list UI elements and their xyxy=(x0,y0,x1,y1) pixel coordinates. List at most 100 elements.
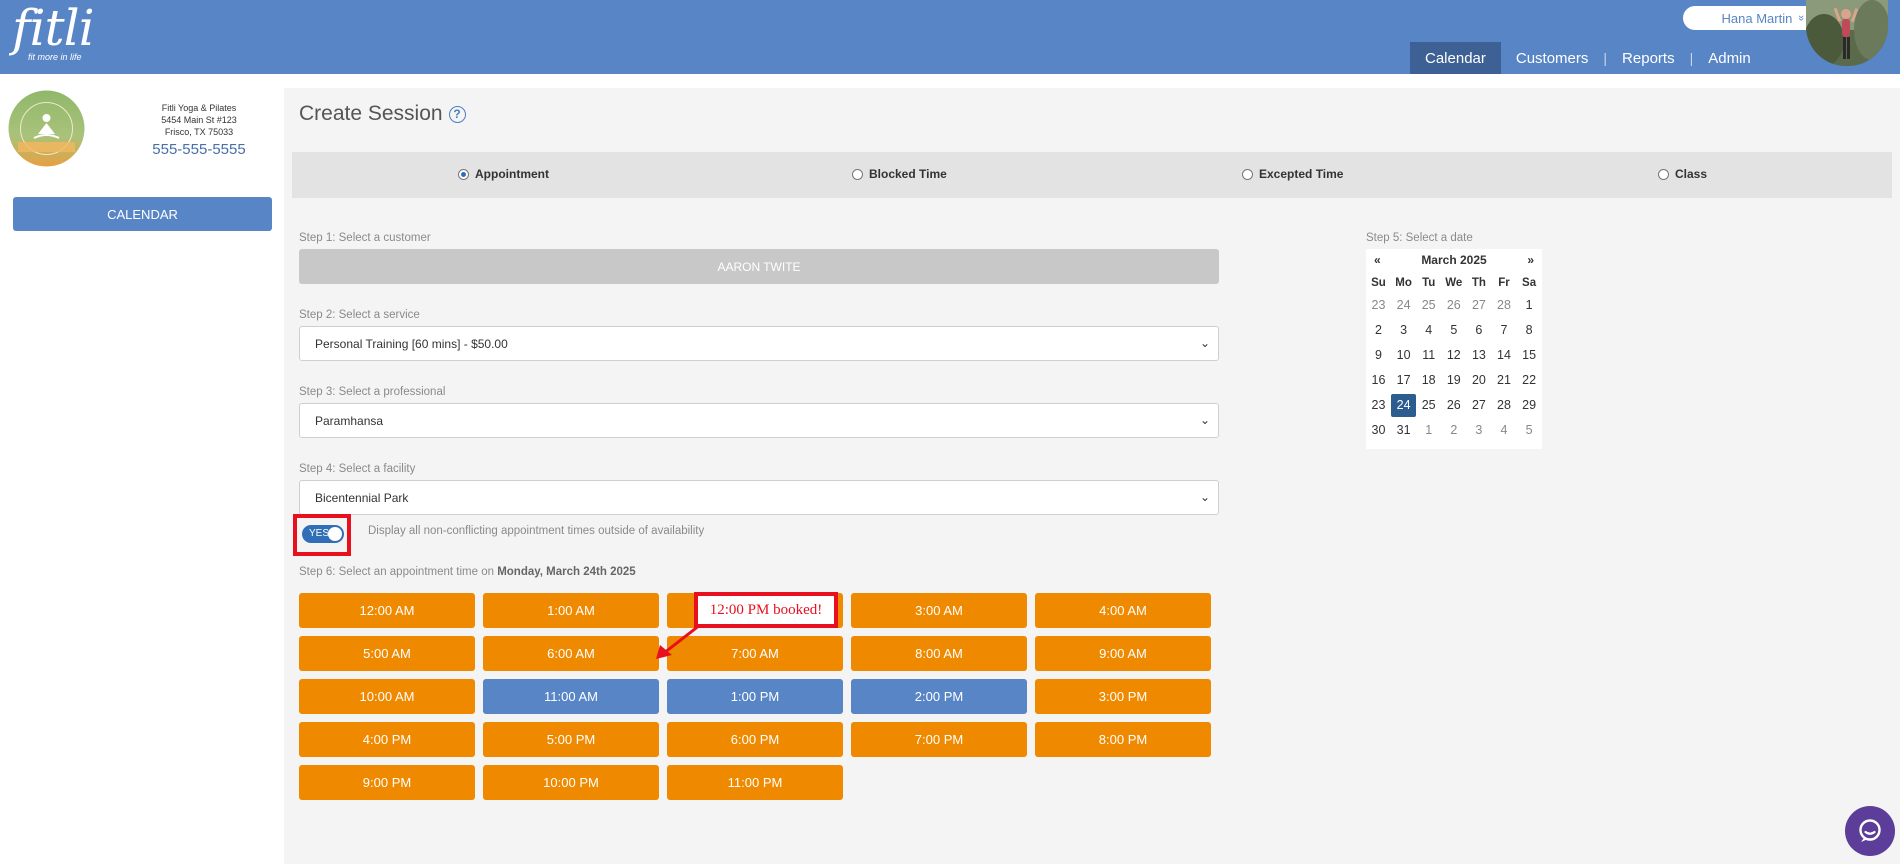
calendar-day[interactable]: 29 xyxy=(1517,394,1542,417)
radio-icon[interactable] xyxy=(1242,168,1253,180)
facility-select[interactable]: Bicentennial Park ⌄ xyxy=(299,480,1219,515)
calendar-day[interactable]: 13 xyxy=(1466,344,1491,367)
nav-reports[interactable]: Reports xyxy=(1607,42,1690,74)
time-slot[interactable]: 7:00 PM xyxy=(851,722,1027,757)
calendar-day[interactable]: 24 xyxy=(1391,294,1416,317)
business-city: Frisco, TX 75033 xyxy=(164,127,234,137)
service-select[interactable]: Personal Training [60 mins] - $50.00 ⌄ xyxy=(299,326,1219,361)
radio-icon[interactable] xyxy=(1658,168,1669,180)
nav-calendar[interactable]: Calendar xyxy=(1410,42,1501,74)
calendar-day[interactable]: 25 xyxy=(1416,394,1441,417)
type-class[interactable]: Class xyxy=(1658,167,1707,181)
calendar-day[interactable]: 6 xyxy=(1466,319,1491,342)
next-month-button[interactable]: » xyxy=(1527,253,1534,267)
time-slot[interactable]: 10:00 PM xyxy=(483,765,659,800)
calendar-day[interactable]: 27 xyxy=(1466,294,1491,317)
time-slot[interactable]: 11:00 PM xyxy=(667,765,843,800)
time-slot[interactable]: 2:00 PM xyxy=(851,679,1027,714)
time-slot[interactable]: 9:00 AM xyxy=(1035,636,1211,671)
calendar-day[interactable]: 12 xyxy=(1441,344,1466,367)
calendar-day[interactable]: 2 xyxy=(1441,419,1466,442)
customer-field[interactable]: AARON TWITE xyxy=(299,249,1219,284)
calendar-month: March 2025 xyxy=(1421,253,1487,267)
session-type-bar: Appointment Blocked Time Excepted Time C… xyxy=(292,152,1892,198)
calendar-day[interactable]: 15 xyxy=(1517,344,1542,367)
calendar-day[interactable]: 26 xyxy=(1441,294,1466,317)
time-slot[interactable]: 9:00 PM xyxy=(299,765,475,800)
calendar-day[interactable]: 10 xyxy=(1391,344,1416,367)
professional-select[interactable]: Paramhansa ⌄ xyxy=(299,403,1219,438)
time-slot[interactable]: 3:00 PM xyxy=(1035,679,1211,714)
calendar-day[interactable]: 31 xyxy=(1391,419,1416,442)
calendar-day[interactable]: 30 xyxy=(1366,419,1391,442)
calendar-day[interactable]: 3 xyxy=(1466,419,1491,442)
time-slot[interactable]: 1:00 AM xyxy=(483,593,659,628)
time-slot[interactable]: 8:00 AM xyxy=(851,636,1027,671)
time-slot[interactable]: 5:00 AM xyxy=(299,636,475,671)
calendar-day[interactable]: 20 xyxy=(1466,369,1491,392)
calendar-weekday: Fr xyxy=(1498,277,1510,289)
calendar-day-selected[interactable]: 24 xyxy=(1391,394,1417,417)
radio-icon[interactable] xyxy=(852,168,863,180)
time-slot[interactable]: 6:00 PM xyxy=(667,722,843,757)
toggle-label: YES xyxy=(309,528,330,539)
time-slot[interactable]: 12:00 AM xyxy=(299,593,475,628)
nav-customers[interactable]: Customers xyxy=(1501,42,1604,74)
calendar-day[interactable]: 26 xyxy=(1441,394,1466,417)
calendar-button[interactable]: CALENDAR xyxy=(13,197,272,231)
chat-button[interactable] xyxy=(1845,806,1895,856)
radio-selected-icon[interactable] xyxy=(458,168,469,180)
calendar-day[interactable]: 11 xyxy=(1416,344,1441,367)
time-slot[interactable]: 4:00 PM xyxy=(299,722,475,757)
date-picker: March 2025 « » Su Mo Tu We Th Fr Sa 23 24 25 26 27 2… xyxy=(1366,249,1542,449)
calendar-day[interactable]: 1 xyxy=(1416,419,1441,442)
logo-wordmark: fitli xyxy=(12,0,95,57)
calendar-day[interactable]: 1 xyxy=(1517,294,1542,317)
fitli-logo[interactable]: fitli fit more in life xyxy=(12,0,95,62)
toggle-description: Display all non-conflicting appointment … xyxy=(368,525,705,537)
time-slot[interactable]: 4:00 AM xyxy=(1035,593,1211,628)
calendar-day[interactable]: 22 xyxy=(1517,369,1542,392)
calendar-weekday: Th xyxy=(1471,277,1486,289)
time-slot[interactable]: 11:00 AM xyxy=(483,679,659,714)
calendar-day[interactable]: 4 xyxy=(1416,319,1441,342)
calendar-day[interactable]: 3 xyxy=(1391,319,1416,342)
calendar-day[interactable]: 23 xyxy=(1366,394,1391,417)
calendar-day[interactable]: 7 xyxy=(1492,319,1517,342)
time-slot[interactable]: 1:00 PM xyxy=(667,679,843,714)
prev-month-button[interactable]: « xyxy=(1374,253,1381,267)
availability-toggle[interactable]: YES xyxy=(302,525,344,543)
calendar-day[interactable]: 5 xyxy=(1441,319,1466,342)
business-phone[interactable]: 555-555-5555 xyxy=(140,140,258,160)
type-appointment[interactable]: Appointment xyxy=(458,167,549,181)
calendar-day[interactable]: 21 xyxy=(1492,369,1517,392)
calendar-day[interactable]: 9 xyxy=(1366,344,1391,367)
time-slot[interactable]: 5:00 PM xyxy=(483,722,659,757)
calendar-day[interactable]: 19 xyxy=(1441,369,1466,392)
time-slot[interactable]: 3:00 AM xyxy=(851,593,1027,628)
calendar-day[interactable]: 16 xyxy=(1366,369,1391,392)
calendar-day[interactable]: 25 xyxy=(1416,294,1441,317)
type-excepted-time[interactable]: Excepted Time xyxy=(1242,167,1343,181)
business-name: Fitli Yoga & Pilates xyxy=(161,103,237,113)
avatar[interactable] xyxy=(1806,0,1888,66)
professional-value: Paramhansa xyxy=(315,413,384,428)
calendar-day[interactable]: 18 xyxy=(1416,369,1441,392)
type-blocked-time[interactable]: Blocked Time xyxy=(852,167,947,181)
time-slot[interactable]: 8:00 PM xyxy=(1035,722,1211,757)
calendar-day[interactable]: 2 xyxy=(1366,319,1391,342)
calendar-day[interactable]: 27 xyxy=(1466,394,1491,417)
calendar-day[interactable]: 23 xyxy=(1366,294,1391,317)
calendar-day[interactable]: 28 xyxy=(1492,394,1517,417)
time-slot[interactable]: 6:00 AM xyxy=(483,636,659,671)
calendar-day[interactable]: 5 xyxy=(1517,419,1542,442)
time-slot[interactable]: 10:00 AM xyxy=(299,679,475,714)
calendar-day[interactable]: 4 xyxy=(1492,419,1517,442)
nav-admin[interactable]: Admin xyxy=(1693,42,1766,74)
calendar-day[interactable]: 14 xyxy=(1492,344,1517,367)
calendar-day[interactable]: 8 xyxy=(1517,319,1542,342)
calendar-day[interactable]: 17 xyxy=(1391,369,1416,392)
help-icon[interactable]: ? xyxy=(448,105,466,123)
calendar-day[interactable]: 28 xyxy=(1492,294,1517,317)
service-value: Personal Training [60 mins] - $50.00 xyxy=(315,336,508,351)
